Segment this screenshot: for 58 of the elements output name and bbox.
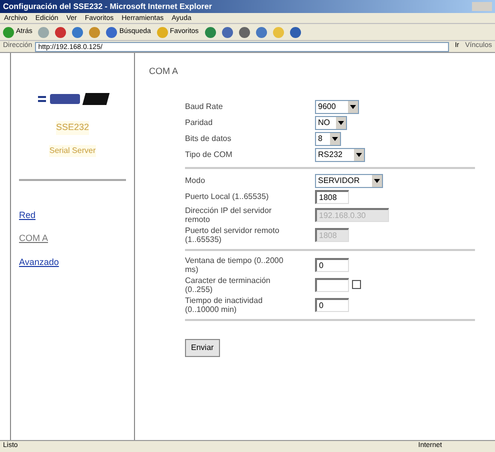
toolbar-button[interactable] — [89, 26, 100, 38]
toolbar-button[interactable] — [256, 26, 267, 38]
input-field[interactable]: 0 — [315, 258, 349, 272]
toolbar-icon — [72, 26, 84, 38]
toolbar-icon — [38, 26, 50, 38]
field-label: Ventana de tiempo (0..2000 ms) — [185, 256, 284, 274]
field-label: Baud Rate — [185, 102, 224, 111]
toolbar-button[interactable] — [55, 26, 66, 38]
caret-icon — [354, 148, 364, 160]
dropdown[interactable]: RS232 — [315, 148, 365, 162]
caret-icon — [348, 100, 358, 112]
checkbox[interactable] — [352, 280, 361, 289]
logo-mark-icon — [38, 96, 46, 102]
input-field[interactable]: 1808 — [315, 190, 349, 204]
toolbar-icon — [3, 26, 14, 38]
toolbar-icon — [238, 26, 250, 38]
toolbar-button[interactable] — [222, 26, 233, 38]
toolbar-button[interactable] — [204, 26, 216, 38]
window-title: Configuración del SSE232 - Microsoft Internet Explorer — [3, 2, 212, 10]
field-label: Puerto Local (1..65535) — [185, 192, 270, 201]
caret-icon — [372, 174, 382, 186]
field-label: Dirección IP del servidor remoto — [185, 206, 273, 224]
field-label: Puerto del servidor remoto (1..65535) — [185, 226, 280, 244]
submit-button[interactable]: Enviar — [185, 338, 220, 356]
nav-link[interactable]: COM A — [19, 232, 126, 246]
nav-link[interactable]: Red — [19, 208, 126, 222]
nav-link[interactable]: Avanzado — [19, 256, 126, 269]
toolbar-button[interactable] — [72, 26, 84, 38]
dropdown[interactable]: 8 — [315, 132, 341, 146]
logo-wordmark — [50, 94, 80, 104]
toolbar-icon — [256, 26, 267, 38]
toolbar-icon — [55, 26, 66, 38]
field-label: Paridad — [185, 118, 214, 127]
product-name: SSE232 — [56, 121, 90, 134]
field-label: Tipo de COM — [185, 150, 234, 159]
toolbar-icon — [222, 26, 233, 38]
toolbar-icon — [156, 26, 168, 38]
product-subtitle: Serial Server — [49, 144, 96, 156]
toolbar-icon — [290, 26, 301, 38]
toolbar-icon — [106, 26, 118, 38]
caret-icon — [330, 132, 340, 144]
toolbar-button[interactable] — [238, 26, 250, 38]
input-field[interactable] — [315, 278, 349, 292]
toolbar-icon — [272, 26, 284, 38]
input-field[interactable]: 0 — [315, 298, 349, 312]
field-label: Tiempo de inactividad (0..10000 min) — [185, 296, 264, 314]
logo-st-mark — [82, 93, 110, 105]
field-label: Modo — [185, 176, 206, 185]
toolbar-button[interactable] — [290, 26, 301, 38]
toolbar-icon — [204, 26, 216, 38]
dropdown[interactable]: 9600 — [315, 100, 359, 114]
dropdown[interactable]: SERVIDOR — [315, 174, 383, 188]
toolbar-icon — [89, 26, 100, 38]
field-label: Caracter de terminación (0..255) — [185, 276, 272, 294]
field-label: Bits de datos — [185, 134, 232, 143]
dropdown[interactable]: NO — [315, 116, 347, 130]
page-title: COM A — [149, 65, 180, 78]
caret-icon — [336, 116, 346, 128]
